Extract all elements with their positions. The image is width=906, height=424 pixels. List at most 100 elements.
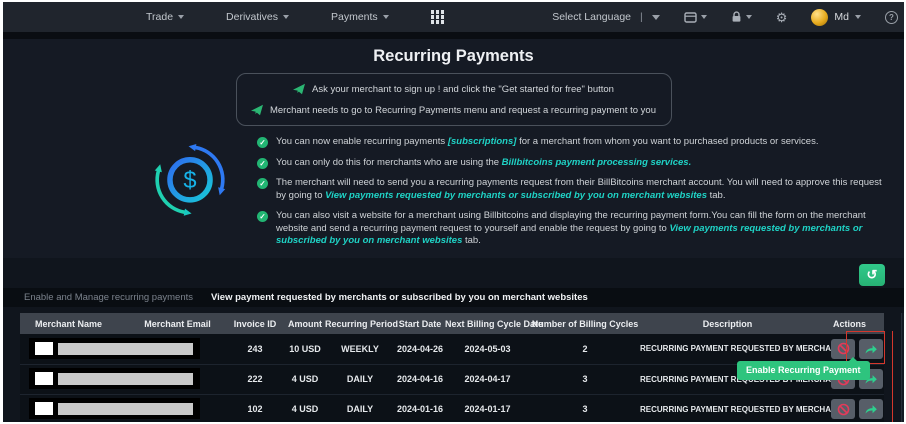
instruction-line: Ask your merchant to sign up ! and click… [237,83,671,95]
cell-invoice-id: 243 [225,334,285,365]
history-button[interactable]: ↺ [859,264,885,286]
text-segment: tab. [707,189,726,201]
col-invoice-id: Invoice ID [225,313,285,334]
chevron-down-icon [651,14,660,20]
avatar [811,8,829,26]
cell-start-date: 2024-01-16 [395,394,445,422]
view-payments-link[interactable]: View payments requested by merchants or … [325,190,707,201]
cell-start-date: 2024-04-26 [395,334,445,365]
tab-view-requested[interactable]: View payment requested by merchants or s… [211,292,588,303]
page: Trade Derivatives Payments Select Langua [0,0,906,424]
cell-start-date: 2024-04-16 [395,364,445,395]
chevron-down-icon [178,15,185,19]
cell-amount: 10 USD [285,334,325,365]
features-section: $ ✓ You can now enable recurring payment… [149,134,890,256]
wallet-icon [684,11,697,23]
feature-text: You can now enable recurring payments [s… [276,136,818,149]
language-selector[interactable]: Select Language | [552,11,660,23]
redacted-merchant-info [29,338,200,359]
col-actions: Actions [815,313,884,334]
instruction-text: Merchant needs to go to Recurring Paymen… [269,104,657,116]
feature-item: ✓ You can only do this for merchants who… [257,157,890,170]
enable-payment-button[interactable] [859,399,883,419]
apps-grid-icon[interactable] [430,10,445,24]
cell-billing-cycles: 3 [530,394,640,422]
main-content: Recurring Payments Ask your merchant to … [3,39,904,258]
check-icon: ✓ [257,137,268,148]
feature-text: The merchant will need to send you a rec… [276,177,890,202]
feature-text: You can only do this for merchants who a… [276,157,691,170]
feature-item: ✓ You can now enable recurring payments … [257,136,890,149]
subscriptions-link[interactable]: [subscriptions] [448,136,517,147]
instructions-box: Ask your merchant to sign up ! and click… [235,73,672,126]
nav-derivatives[interactable]: Derivatives [226,11,289,23]
check-icon: ✓ [257,157,268,169]
block-icon [837,342,849,355]
redacted-merchant-info [29,398,200,419]
security-menu[interactable] [731,11,752,23]
feature-item: ✓ The merchant will need to send you a r… [257,177,890,202]
cell-amount: 4 USD [285,364,325,395]
header-divider [3,32,904,39]
col-merchant-name: Merchant Name [20,313,130,334]
col-start-date: Start Date [395,313,445,334]
redacted-email [58,342,193,355]
table-header-row: Merchant Name Merchant Email Invoice ID … [20,313,884,334]
feature-text: You can also visit a website for a merch… [276,210,890,248]
nav-trade-label: Trade [146,11,174,23]
settings-button[interactable]: ⚙ [776,11,788,24]
lock-icon [732,11,741,22]
text-segment: for a merchant from whom you want to pur… [516,136,819,147]
send-icon [250,104,263,116]
history-icon: ↺ [866,267,878,282]
language-separator: | [640,11,643,23]
col-merchant-email: Merchant Email [130,313,225,334]
cell-invoice-id: 222 [225,364,285,395]
forward-arrow-icon [865,405,877,414]
feature-list: ✓ You can now enable recurring payments … [257,136,890,256]
redacted-email [58,402,193,415]
nav-trade[interactable]: Trade [146,11,185,23]
cancel-payment-button[interactable] [831,338,855,359]
nav-payments[interactable]: Payments [331,11,389,23]
chevron-down-icon [382,15,389,19]
tab-bar: Enable and Manage recurring payments Vie… [3,288,904,307]
instruction-line: Merchant needs to go to Recurring Paymen… [237,104,671,116]
forward-arrow-icon [865,344,877,354]
nav-derivatives-label: Derivatives [226,11,278,23]
help-icon[interactable]: ? [885,10,898,24]
nav-left: Trade Derivatives Payments [3,10,445,24]
redacted-merchant-info [29,368,200,389]
panel-toolbar: ↺ [3,258,904,288]
tab-enable-manage[interactable]: Enable and Manage recurring payments [24,292,193,303]
col-next-billing: Next Billing Cycle Date [445,313,543,334]
cell-recurring-period: WEEKLY [325,334,395,365]
text-segment: You can only do this for merchants who a… [276,156,502,168]
enable-payment-button[interactable] [859,338,883,359]
billbitcoins-link[interactable]: Billbitcoins payment processing services… [502,157,692,168]
payments-panel: ↺ Enable and Manage recurring payments V… [3,258,904,422]
wallet-menu[interactable] [684,11,707,23]
chevron-down-icon [855,15,861,19]
scrollbar-track [901,313,904,422]
cell-next-billing: 2024-01-17 [445,394,530,422]
col-billing-cycles: Number of Billing Cycles [530,313,640,334]
feature-item: ✓ You can also visit a website for a mer… [257,210,890,248]
cell-invoice-id: 102 [225,394,285,422]
redacted-email [58,372,193,385]
col-amount: Amount [285,313,325,334]
text-segment: You can now enable recurring payments [276,136,448,147]
cell-recurring-period: DAILY [325,394,395,422]
question-glyph: ? [889,12,894,22]
chevron-down-icon [282,15,289,19]
top-navbar: Trade Derivatives Payments Select Langua [3,2,904,32]
gear-icon: ⚙ [775,9,788,25]
dollar-glyph: $ [183,168,196,194]
user-menu[interactable]: Md [811,8,861,26]
redacted-logo [35,342,53,355]
instruction-text: Ask your merchant to sign up ! and click… [312,83,614,95]
cancel-payment-button[interactable] [831,399,855,419]
nav-payments-label: Payments [330,11,378,23]
app-window: Trade Derivatives Payments Select Langua [3,2,904,422]
nav-right: Select Language | ⚙ Md ? [552,8,904,26]
